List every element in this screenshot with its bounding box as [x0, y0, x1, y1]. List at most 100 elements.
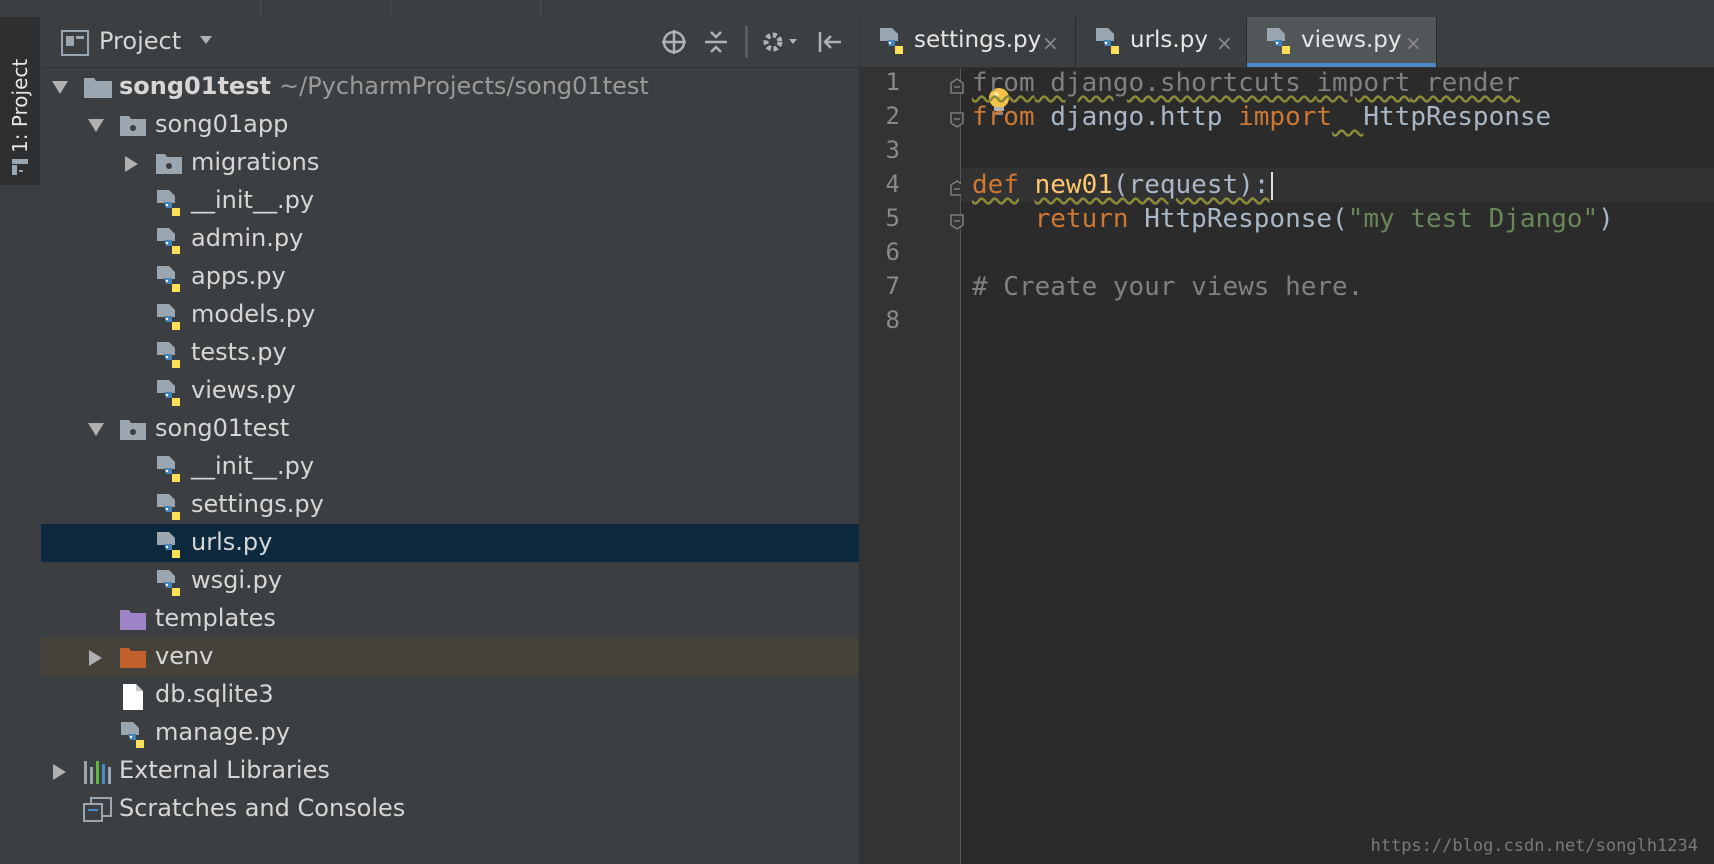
tab-settings-py[interactable]: settings.py ×	[860, 17, 1076, 67]
package-folder-icon	[156, 154, 182, 174]
code-token: def	[972, 170, 1019, 200]
tree-row-file[interactable]: apps.py	[41, 258, 859, 296]
code-token: HttpResponse(	[1128, 204, 1348, 234]
expanded-arrow-icon[interactable]	[51, 79, 69, 95]
active-tab-indicator	[1247, 63, 1436, 67]
tree-row-folder[interactable]: song01test	[41, 410, 859, 448]
project-tool-tab[interactable]: 1: Project	[0, 17, 40, 185]
tree-item-label: venv	[155, 642, 214, 670]
project-tool-tab-label: 1: Project	[8, 58, 32, 153]
code-token: (request):	[1112, 170, 1270, 200]
code-token: "my test Django"	[1347, 204, 1599, 234]
editor: settings.py × urls.py × views.py × 1 2 3…	[860, 17, 1714, 864]
code-token: django.shortcuts	[1034, 68, 1317, 98]
header-divider	[745, 26, 748, 58]
tree-item-label: models.py	[191, 300, 316, 328]
tree-row-folder[interactable]: song01app	[41, 106, 859, 144]
tree-row-file[interactable]: db.sqlite3	[41, 676, 859, 714]
code-line-4: def new01(request):	[972, 170, 1274, 200]
chevron-down-icon[interactable]	[199, 35, 213, 45]
tree-item-label: manage.py	[155, 718, 291, 746]
code-token: import	[1316, 68, 1411, 98]
tree-row-file-selected[interactable]: urls.py	[41, 524, 859, 562]
tree-row-file[interactable]: __init__.py	[41, 448, 859, 486]
tree-row-folder-excluded[interactable]: venv	[41, 638, 859, 676]
tree-row-folder[interactable]: migrations	[41, 144, 859, 182]
tree-item-label: apps.py	[191, 262, 286, 290]
scratches-icon	[83, 797, 112, 822]
python-file-icon	[157, 190, 180, 216]
tree-item-label: admin.py	[191, 224, 304, 252]
code-token: return	[1034, 204, 1129, 234]
package-folder-icon	[120, 420, 146, 440]
hide-panel-icon[interactable]	[817, 29, 843, 55]
tree-item-label: Scratches and Consoles	[119, 794, 406, 822]
code-token: )	[1598, 204, 1614, 234]
python-file-icon	[157, 494, 180, 520]
line-number: 2	[885, 102, 900, 130]
close-icon[interactable]: ×	[1042, 33, 1059, 53]
close-icon[interactable]: ×	[1216, 33, 1233, 53]
library-icon	[84, 761, 111, 784]
tree-row-file[interactable]: manage.py	[41, 714, 859, 752]
top-toolbar-strip	[0, 0, 1714, 18]
python-file-icon	[157, 342, 180, 368]
module-folder-icon	[84, 78, 112, 98]
code-line-1: from django.shortcuts import render	[972, 68, 1520, 98]
collapsed-arrow-icon[interactable]	[87, 649, 103, 667]
line-number: 1	[885, 68, 900, 96]
gear-icon[interactable]	[761, 29, 801, 55]
text-file-icon	[123, 684, 143, 710]
code-area[interactable]: from django.shortcuts import render from…	[961, 68, 1714, 864]
tree-item-label: migrations	[191, 148, 320, 176]
python-file-icon	[157, 380, 180, 406]
tree-row-file[interactable]: views.py	[41, 372, 859, 410]
tree-row-external-libraries[interactable]: External Libraries	[41, 752, 859, 790]
tree-row-file[interactable]: wsgi.py	[41, 562, 859, 600]
tree-item-label: __init__.py	[191, 452, 315, 480]
top-strip-segment	[390, 0, 541, 17]
package-folder-icon	[120, 116, 146, 136]
collapsed-arrow-icon[interactable]	[123, 155, 139, 173]
project-panel-title[interactable]: Project	[99, 27, 181, 55]
text-cursor	[1271, 171, 1274, 200]
close-icon[interactable]: ×	[1405, 33, 1422, 53]
python-file-icon	[157, 570, 180, 596]
tab-views-py[interactable]: views.py ×	[1247, 17, 1437, 67]
code-token: HttpResponse	[1363, 102, 1552, 132]
code-line-7: # Create your views here.	[972, 272, 1363, 302]
line-number: 5	[885, 204, 900, 232]
line-number: 4	[885, 170, 900, 198]
tree-row-scratches[interactable]: Scratches and Consoles	[41, 790, 859, 828]
tree-row-project-root[interactable]: song01test ~/PycharmProjects/song01test	[41, 68, 859, 106]
code-token: from	[972, 68, 1035, 98]
tree-row-file[interactable]: tests.py	[41, 334, 859, 372]
editor-gutter: 1 2 3 4 5 6 7 8	[860, 68, 964, 864]
tree-row-file[interactable]: models.py	[41, 296, 859, 334]
expanded-arrow-icon[interactable]	[87, 117, 105, 133]
tree-row-file[interactable]: settings.py	[41, 486, 859, 524]
python-file-icon	[157, 532, 180, 558]
top-strip-segment	[0, 0, 261, 17]
tree-item-label: song01test	[119, 72, 271, 100]
tree-row-folder[interactable]: templates	[41, 600, 859, 638]
python-file-icon	[157, 228, 180, 254]
tree-row-file[interactable]: __init__.py	[41, 182, 859, 220]
code-token: new01	[1034, 170, 1113, 200]
python-file-icon	[157, 304, 180, 330]
tab-urls-py[interactable]: urls.py ×	[1076, 17, 1247, 67]
expanded-arrow-icon[interactable]	[87, 421, 105, 437]
locate-target-icon[interactable]	[661, 29, 687, 55]
collapse-all-icon[interactable]	[703, 29, 729, 55]
collapsed-arrow-icon[interactable]	[51, 763, 67, 781]
tree-row-file[interactable]: admin.py	[41, 220, 859, 258]
line-number: 7	[885, 272, 900, 300]
tab-label: settings.py	[914, 27, 1042, 53]
line-number: 3	[885, 136, 900, 164]
code-line-5: return HttpResponse("my test Django")	[972, 204, 1614, 234]
code-token: render	[1410, 68, 1520, 98]
code-token: from	[972, 102, 1035, 132]
tool-window-strip: 1: Project	[0, 17, 42, 864]
